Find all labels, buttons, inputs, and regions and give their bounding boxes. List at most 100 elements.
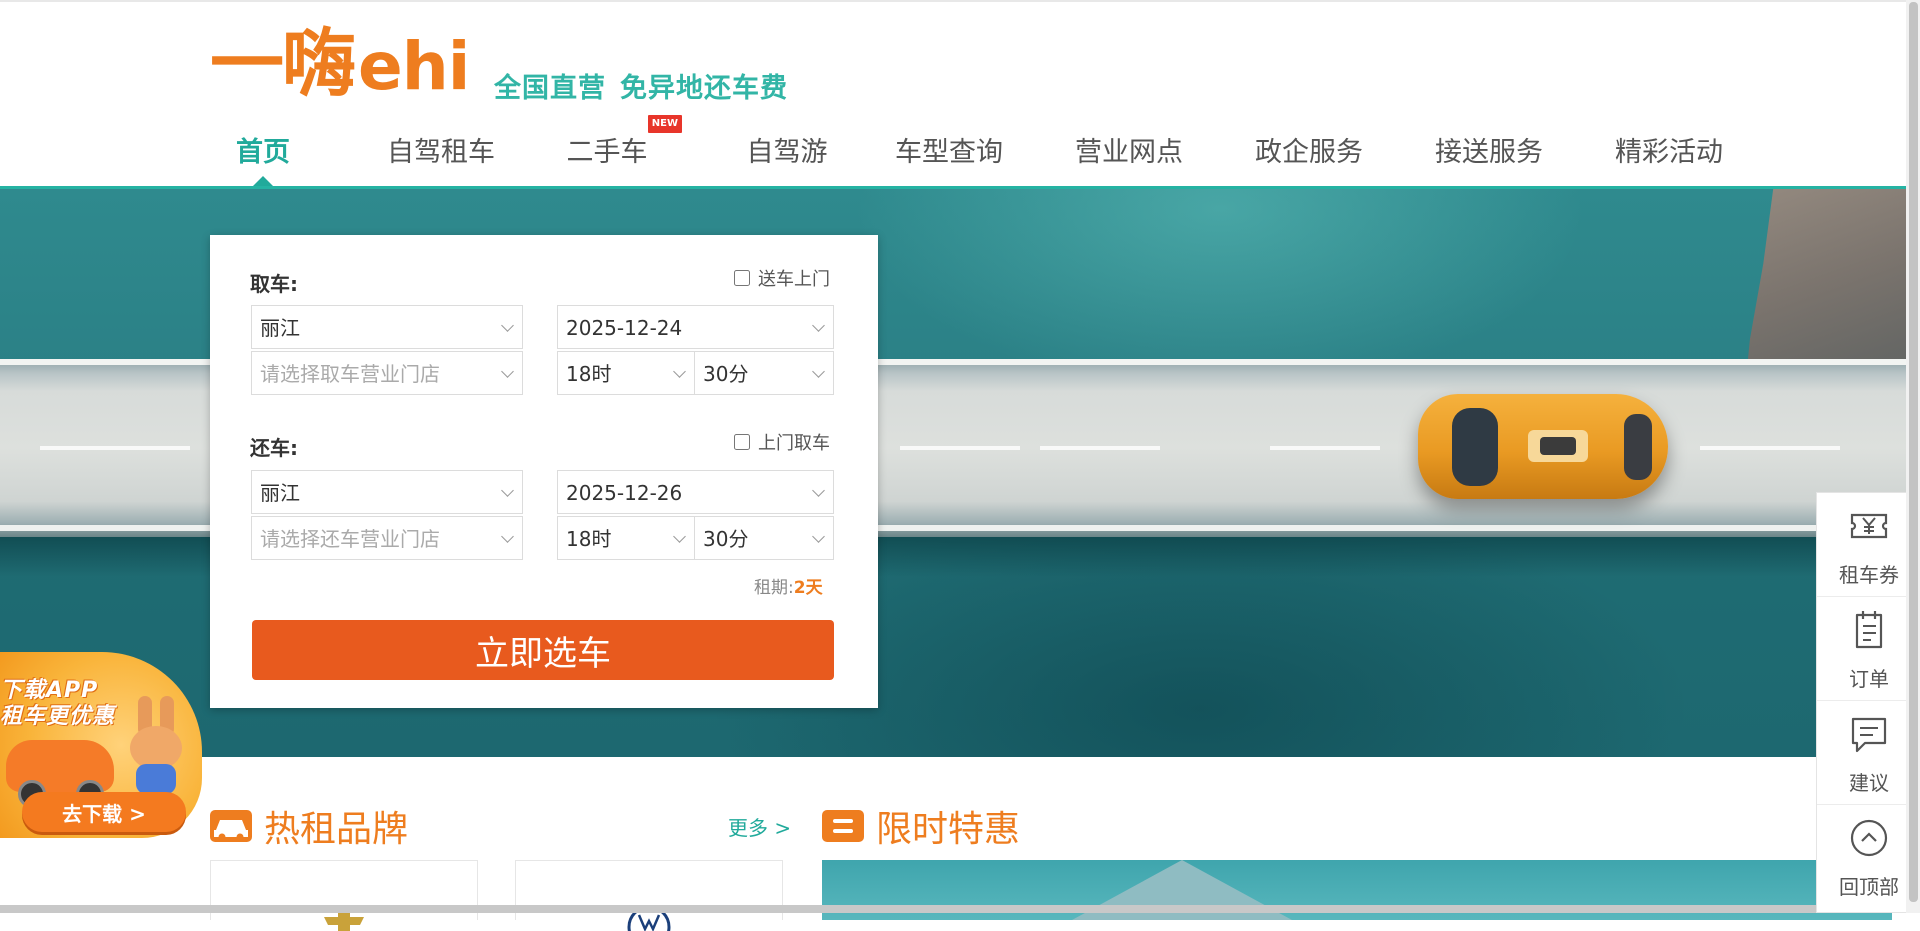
pickup-from-door-option[interactable]: 上门取车 [734,429,830,455]
float-item-coupons[interactable]: 租车券 [1817,493,1920,597]
slogan-no-remote-fee: 免异地还车费 [620,73,788,104]
lane-mark [1270,446,1380,450]
return-minute-value: 30分 [703,527,749,551]
nav-item-transfer[interactable]: 接送服务 [1434,130,1544,186]
nav-item-label: 营业网点 [1075,137,1183,168]
yellow-car [1418,394,1668,499]
coupon-yen-icon [1850,513,1888,539]
vertical-scrollbar[interactable] [1906,0,1920,913]
order-list-icon [1855,611,1883,649]
rental-duration-label: 租期: [754,578,794,598]
more-brands-link[interactable]: 更多 > [728,812,791,841]
pickup-hour-select[interactable]: 18时 [557,351,695,395]
nav-active-caret-icon [253,176,273,186]
chevron-down-icon [812,530,825,543]
logo-ehi-text: ehi [358,28,470,105]
app-download-promo[interactable]: 下载APP 租车更优惠 去下载 > [0,652,202,838]
delivery-to-door-label: 送车上门 [758,269,830,290]
nav-item-label: 自驾租车 [387,137,495,168]
nav-item-label: 自驾游 [746,137,828,168]
nav-item-label: 精彩活动 [1615,137,1723,168]
bunny-body [136,764,176,794]
message-icon [1851,717,1887,753]
return-date-select[interactable]: 2025-12-26 [557,470,834,514]
pickup-city-value: 丽江 [260,316,300,340]
return-label: 还车: [250,436,298,460]
delivery-to-door-option[interactable]: 送车上门 [734,265,830,291]
delivery-to-door-checkbox[interactable] [734,270,750,286]
pickup-store-select[interactable]: 请选择取车营业门店 [251,351,523,395]
nav-item-used-car[interactable]: 二手车 NEW [566,115,682,186]
chevron-down-icon [812,484,825,497]
chevron-down-icon [812,365,825,378]
return-city-value: 丽江 [260,481,300,505]
car-icon [210,810,252,842]
float-item-orders[interactable]: 订单 [1817,597,1920,701]
ehi-logo[interactable]: 一嗨 ehi [210,26,470,105]
nav-item-self-drive-rental[interactable]: 自驾租车 [386,130,496,186]
nav-item-label: 接送服务 [1435,137,1543,168]
horizontal-scrollbar[interactable] [0,905,1906,913]
top-border [0,0,1920,2]
ticket-icon-svg [833,819,853,833]
car-roof [1528,430,1588,462]
nav-item-label: 车型查询 [895,137,1003,168]
chevron-down-icon [673,365,686,378]
float-item-feedback[interactable]: 建议 [1817,701,1920,805]
pickup-store-placeholder: 请选择取车营业门店 [260,362,440,386]
chevron-down-icon [501,365,514,378]
pickup-label: 取车: [250,272,298,296]
float-item-back-to-top[interactable]: 回顶部 [1817,805,1920,909]
slogan: 全国直营 免异地还车费 [494,66,788,105]
return-hour-value: 18时 [566,527,612,551]
nav-item-activities[interactable]: 精彩活动 [1614,130,1724,186]
chevron-down-icon [501,484,514,497]
nav-item-label: 二手车 [566,137,648,168]
booking-form: 取车: 送车上门 丽江 请选择取车营业门店 2025-12-24 18时 30分… [210,235,878,708]
chevron-down-icon [501,530,514,543]
slogan-direct-operation: 全国直营 [494,73,606,104]
nav-item-car-models[interactable]: 车型查询 [894,130,1004,186]
hot-brands-heading: 热租品牌 [210,800,408,852]
return-hour-select[interactable]: 18时 [557,516,695,560]
pickup-date-value: 2025-12-24 [566,316,683,340]
ticket-icon [822,810,864,842]
hot-brands-title: 热租品牌 [264,809,409,850]
pickup-city-select[interactable]: 丽江 [251,305,523,349]
float-label: 建议 [1849,771,1889,795]
lane-mark [1700,446,1840,450]
return-minute-select[interactable]: 30分 [694,516,834,560]
nav-item-label: 首页 [236,137,290,168]
pickup-date-select[interactable]: 2025-12-24 [557,305,834,349]
float-label: 租车券 [1839,563,1899,587]
limited-offer-title: 限时特惠 [876,809,1021,850]
nav-item-enterprise[interactable]: 政企服务 [1254,130,1364,186]
pickup-minute-select[interactable]: 30分 [694,351,834,395]
lane-mark [40,446,190,450]
download-app-button[interactable]: 去下载 > [22,792,186,832]
choose-car-button[interactable]: 立即选车 [252,620,834,680]
car-sunroof [1540,437,1576,455]
bunny-mascot-icon [124,696,188,794]
nav-item-stores[interactable]: 营业网点 [1074,130,1184,186]
right-float-bar: 租车券 订单 建议 回顶部 [1816,492,1920,913]
pickup-hour-value: 18时 [566,362,612,386]
nav-item-road-trip[interactable]: 自驾游 [746,130,828,186]
pickup-from-door-label: 上门取车 [758,433,830,454]
car-rear-window [1624,414,1652,480]
nav-item-label: 政企服务 [1255,137,1363,168]
rental-duration-value: 2天 [793,578,823,598]
return-store-select[interactable]: 请选择还车营业门店 [251,516,523,560]
float-label: 回顶部 [1839,875,1899,899]
new-badge: NEW [647,115,682,133]
lane-mark [900,446,1020,450]
scrollbar-thumb[interactable] [1909,2,1918,902]
chevron-down-icon [501,319,514,332]
pickup-minute-value: 30分 [703,362,749,386]
lane-mark [1040,446,1160,450]
return-city-select[interactable]: 丽江 [251,470,523,514]
nav-item-home[interactable]: 首页 [218,130,308,186]
limited-offer-heading: 限时特惠 [822,800,1020,852]
promo-line-cheaper: 租车更优惠 [0,704,116,729]
pickup-from-door-checkbox[interactable] [734,434,750,450]
